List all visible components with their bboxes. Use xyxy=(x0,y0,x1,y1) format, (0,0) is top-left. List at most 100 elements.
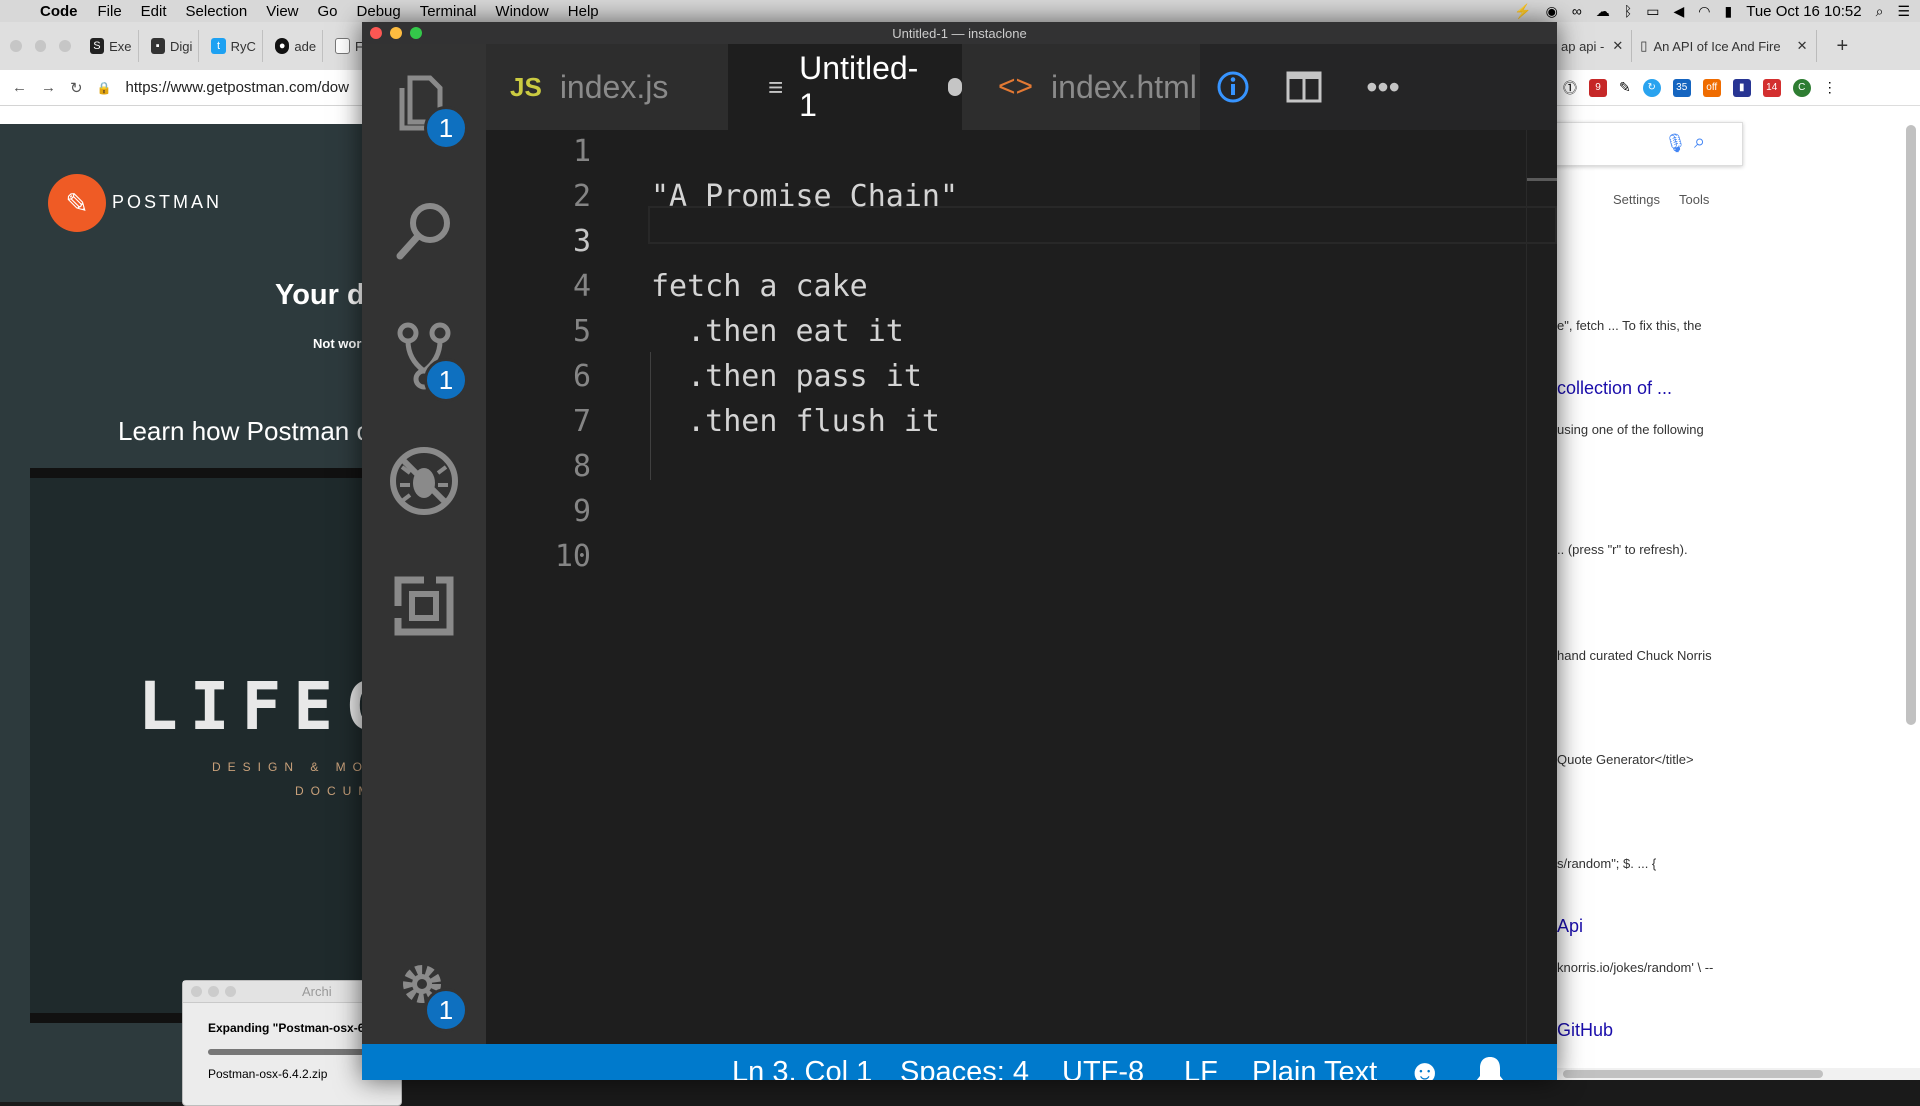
status-bar: Ln 3, Col 1 Spaces: 4 UTF-8 LF Plain Tex… xyxy=(362,1044,1557,1080)
terminal-favicon-icon: ▪ xyxy=(150,38,165,54)
tab-index-js[interactable]: JS index.js xyxy=(486,44,728,130)
source-control-button[interactable]: 1 xyxy=(382,314,468,402)
code-editor[interactable]: 1 2 3 4 5 6 7 8 9 10 "A Promise Chain" f… xyxy=(486,130,1557,1044)
extension-icon[interactable]: 14 xyxy=(1762,78,1781,97)
manage-settings-button[interactable]: 1 xyxy=(382,944,468,1032)
bolt-icon[interactable]: ⚡ xyxy=(1514,3,1531,20)
feedback-smiley-icon[interactable]: ☻ xyxy=(1407,1044,1443,1081)
result-link[interactable]: GitHub xyxy=(1557,1020,1613,1041)
status-circle-icon[interactable]: ◉ xyxy=(1546,3,1558,20)
zoom-dialog-icon[interactable] xyxy=(225,986,236,997)
more-menu-icon[interactable]: ⋮ xyxy=(1823,79,1837,96)
cloud-icon[interactable]: ☁ xyxy=(1596,3,1610,20)
minimize-window-icon[interactable] xyxy=(34,40,47,52)
extensions-icon xyxy=(394,576,454,636)
menu-debug[interactable]: Debug xyxy=(357,3,401,20)
profile-avatar[interactable]: C xyxy=(1792,78,1811,97)
menu-terminal[interactable]: Terminal xyxy=(420,3,477,20)
spotlight-search-icon[interactable]: ⌕ xyxy=(1876,3,1884,20)
search-input[interactable]: 🎙 ⌕ xyxy=(1553,122,1743,166)
extension-icon[interactable]: ▮ xyxy=(1732,78,1751,97)
unsaved-dot-icon[interactable] xyxy=(948,78,962,96)
menu-help[interactable]: Help xyxy=(568,3,599,20)
extension-icon[interactable]: 35 xyxy=(1672,78,1691,97)
scm-badge: 1 xyxy=(424,358,468,402)
volume-icon[interactable]: ◀ xyxy=(1674,3,1685,20)
extension-icon[interactable]: 9 xyxy=(1589,78,1607,97)
menu-file[interactable]: File xyxy=(98,3,122,20)
browser-tab[interactable]: S Exe xyxy=(84,30,139,62)
minimize-dialog-icon[interactable] xyxy=(208,986,219,997)
reload-icon[interactable]: ↻ xyxy=(70,79,83,97)
forward-icon[interactable]: → xyxy=(41,79,56,96)
explorer-badge: 1 xyxy=(424,106,468,150)
minimize-window-icon[interactable] xyxy=(390,27,402,39)
reader-icon[interactable]: ⓵ xyxy=(1563,78,1577,98)
indentation-setting[interactable]: Spaces: 4 xyxy=(900,1044,1029,1081)
info-button[interactable] xyxy=(1202,44,1264,130)
notification-center-icon[interactable]: ☰ xyxy=(1897,3,1910,20)
page-favicon-icon xyxy=(335,38,351,54)
postman-page: ✎ POSTMAN Your d Not worl Learn how Post… xyxy=(0,124,436,1106)
tab-label: An API of Ice And Fire xyxy=(1653,38,1781,54)
horizontal-scrollbar[interactable] xyxy=(1553,1068,1920,1080)
language-mode[interactable]: Plain Text xyxy=(1252,1044,1377,1081)
clock[interactable]: Tue Oct 16 10:52 xyxy=(1746,3,1861,20)
notifications-bell-icon[interactable] xyxy=(1474,1044,1506,1080)
browser-tab[interactable]: ● ade xyxy=(269,30,324,62)
address-bar[interactable]: https://www.getpostman.com/dow xyxy=(126,79,349,96)
explorer-button[interactable]: 1 xyxy=(382,62,468,150)
debug-button[interactable] xyxy=(382,439,466,523)
tab-index-html[interactable]: <> index.html xyxy=(962,44,1200,130)
new-tab-icon[interactable]: + xyxy=(1837,35,1849,58)
menu-view[interactable]: View xyxy=(266,3,298,20)
close-tab-icon[interactable]: ✕ xyxy=(1612,38,1623,54)
close-window-icon[interactable] xyxy=(370,27,382,39)
menu-edit[interactable]: Edit xyxy=(141,3,167,20)
eol-setting[interactable]: LF xyxy=(1184,1044,1218,1081)
code-line: fetch a cake xyxy=(651,269,868,304)
cursor-position[interactable]: Ln 3, Col 1 xyxy=(732,1044,872,1081)
encoding-setting[interactable]: UTF-8 xyxy=(1062,1044,1144,1081)
more-actions-button[interactable]: ••• xyxy=(1342,44,1424,130)
browser-tab[interactable]: ap api - ✕ xyxy=(1553,30,1633,62)
scroll-indicator[interactable] xyxy=(1527,178,1557,181)
menu-selection[interactable]: Selection xyxy=(186,3,248,20)
wifi-icon[interactable]: ◠ xyxy=(1698,3,1710,20)
zoom-window-icon[interactable] xyxy=(59,40,71,52)
extension-icon[interactable]: ↻ xyxy=(1642,78,1661,97)
app-menu[interactable]: Code xyxy=(40,3,78,20)
back-icon[interactable]: ← xyxy=(12,79,27,96)
close-window-icon[interactable] xyxy=(10,40,22,52)
voice-search-icon[interactable]: 🎙 xyxy=(1664,133,1687,154)
close-dialog-icon[interactable] xyxy=(191,986,202,997)
result-link[interactable]: collection of ... xyxy=(1557,378,1672,399)
search-icon[interactable]: ⌕ xyxy=(1694,131,1705,154)
browser-tab[interactable]: ▯ An API of Ice And Fire ✕ xyxy=(1632,30,1817,62)
tools-link[interactable]: Tools xyxy=(1679,192,1709,207)
glasses-icon[interactable]: ∞ xyxy=(1572,3,1582,19)
split-editor-button[interactable] xyxy=(1266,44,1342,130)
extension-icon[interactable]: off xyxy=(1702,78,1721,97)
battery-icon[interactable]: ▮ xyxy=(1725,3,1733,20)
menu-go[interactable]: Go xyxy=(318,3,338,20)
extensions-button[interactable] xyxy=(382,564,466,648)
settings-link[interactable]: Settings xyxy=(1613,192,1660,207)
bluetooth-icon[interactable]: ᛒ xyxy=(1624,3,1632,19)
tab-label: Untitled-1 xyxy=(799,50,919,123)
result-link[interactable]: Api xyxy=(1557,916,1583,937)
close-tab-icon[interactable]: ✕ xyxy=(1797,38,1808,54)
vertical-scrollbar[interactable] xyxy=(1906,125,1916,725)
video-player[interactable]: LIFECY DESIGN & MOC DOCUM xyxy=(30,468,436,1023)
zoom-window-icon[interactable] xyxy=(410,27,422,39)
postman-logo-icon[interactable]: ✎ xyxy=(48,174,106,232)
code-line: "A Promise Chain" xyxy=(651,179,959,214)
browser-tab[interactable]: t RyC xyxy=(205,30,263,62)
search-button[interactable] xyxy=(382,189,466,273)
menu-window[interactable]: Window xyxy=(495,3,548,20)
extension-icon[interactable]: ✎ xyxy=(1619,79,1631,96)
browser-toolbar: ⓵ 9 ✎ ↻ 35 off ▮ 14 C ⋮ xyxy=(1553,70,1920,106)
browser-tab[interactable]: ▪ Digi xyxy=(145,30,200,62)
tab-untitled-1[interactable]: ≡ Untitled-1 xyxy=(728,44,962,130)
airplay-icon[interactable]: ▭ xyxy=(1646,3,1659,20)
